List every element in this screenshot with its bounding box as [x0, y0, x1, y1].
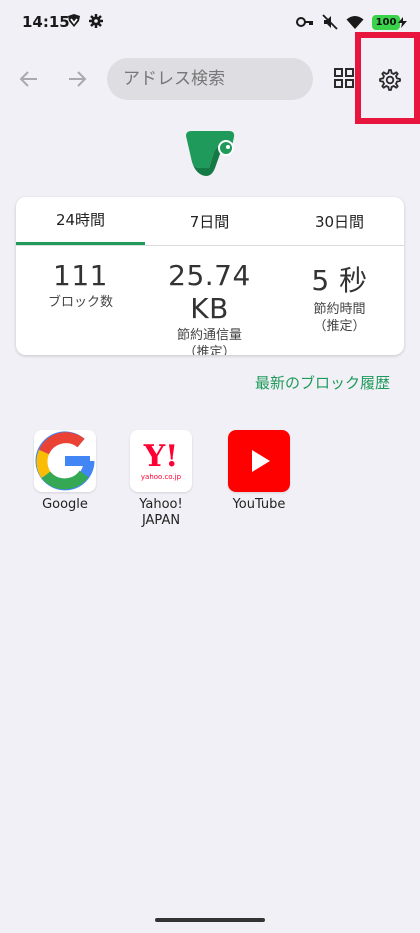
- stat-value: 25.74 KB: [168, 259, 251, 325]
- period-tabs: 24時間 7日間 30日間: [16, 197, 404, 246]
- stat-time-saved: 5 秒 節約時間 （推定）: [275, 245, 404, 335]
- gear-icon: [379, 69, 401, 91]
- stat-label: ブロック数: [47, 295, 113, 310]
- forward-button[interactable]: [62, 64, 92, 94]
- yahoo-logo-tile: Y! yahoo.co.jp: [130, 430, 192, 492]
- address-search-input[interactable]: [107, 58, 313, 100]
- shortcut-yahoo[interactable]: Y! yahoo.co.jp Yahoo! JAPAN: [121, 430, 201, 529]
- google-logo-icon: [35, 431, 95, 491]
- status-right-icons: 100: [296, 12, 407, 32]
- vpn-shield-icon: [68, 14, 80, 27]
- status-time: 14:15: [22, 13, 70, 31]
- stats-card: 24時間 7日間 30日間 111 ブロック数 25.74 KB 節約通信量 （…: [16, 197, 404, 355]
- shortcut-label: YouTube: [232, 497, 286, 512]
- back-button[interactable]: [14, 64, 44, 94]
- stat-value: 111: [53, 259, 108, 292]
- tab-7d[interactable]: 7日間: [145, 197, 274, 245]
- home-indicator[interactable]: [155, 918, 265, 922]
- stat-data-saved: 25.74 KB 節約通信量 （推定）: [145, 245, 274, 355]
- shortcut-google[interactable]: Google: [25, 430, 105, 513]
- stat-value: 5 秒: [311, 264, 368, 297]
- arrow-right-icon: [69, 71, 87, 87]
- block-history-link[interactable]: 最新のブロック履歴: [255, 372, 390, 393]
- wifi-icon: [346, 15, 364, 29]
- shortcut-label: Google: [42, 497, 88, 512]
- stat-blocked-count: 111 ブロック数: [16, 245, 145, 311]
- mute-icon: [322, 14, 338, 30]
- stat-label: 節約時間 （推定）: [313, 302, 366, 334]
- key-icon: [296, 17, 313, 27]
- charging-bolt-icon: [398, 16, 407, 28]
- youtube-logo-tile: [228, 430, 290, 492]
- yahoo-logo-subtext: yahoo.co.jp: [140, 473, 182, 481]
- tabs-grid-button[interactable]: [330, 64, 358, 92]
- arrow-left-icon: [19, 71, 37, 87]
- stat-label: 節約通信量 （推定）: [176, 328, 242, 355]
- grid-icon: [334, 68, 354, 88]
- settings-button[interactable]: [374, 64, 406, 96]
- battery-level: 100: [375, 16, 397, 28]
- shortcut-youtube[interactable]: YouTube: [219, 430, 299, 513]
- yahoo-logo-icon: Y!: [143, 439, 179, 474]
- youtube-logo-icon: [228, 430, 290, 492]
- battery-icon: 100: [372, 14, 407, 30]
- google-logo-tile: [34, 430, 96, 492]
- app-logo-icon: [186, 131, 235, 176]
- tab-24h[interactable]: 24時間: [16, 197, 145, 245]
- shortcut-label: Yahoo! JAPAN: [139, 497, 183, 528]
- tab-30d[interactable]: 30日間: [275, 197, 404, 245]
- gear-icon: [89, 14, 103, 28]
